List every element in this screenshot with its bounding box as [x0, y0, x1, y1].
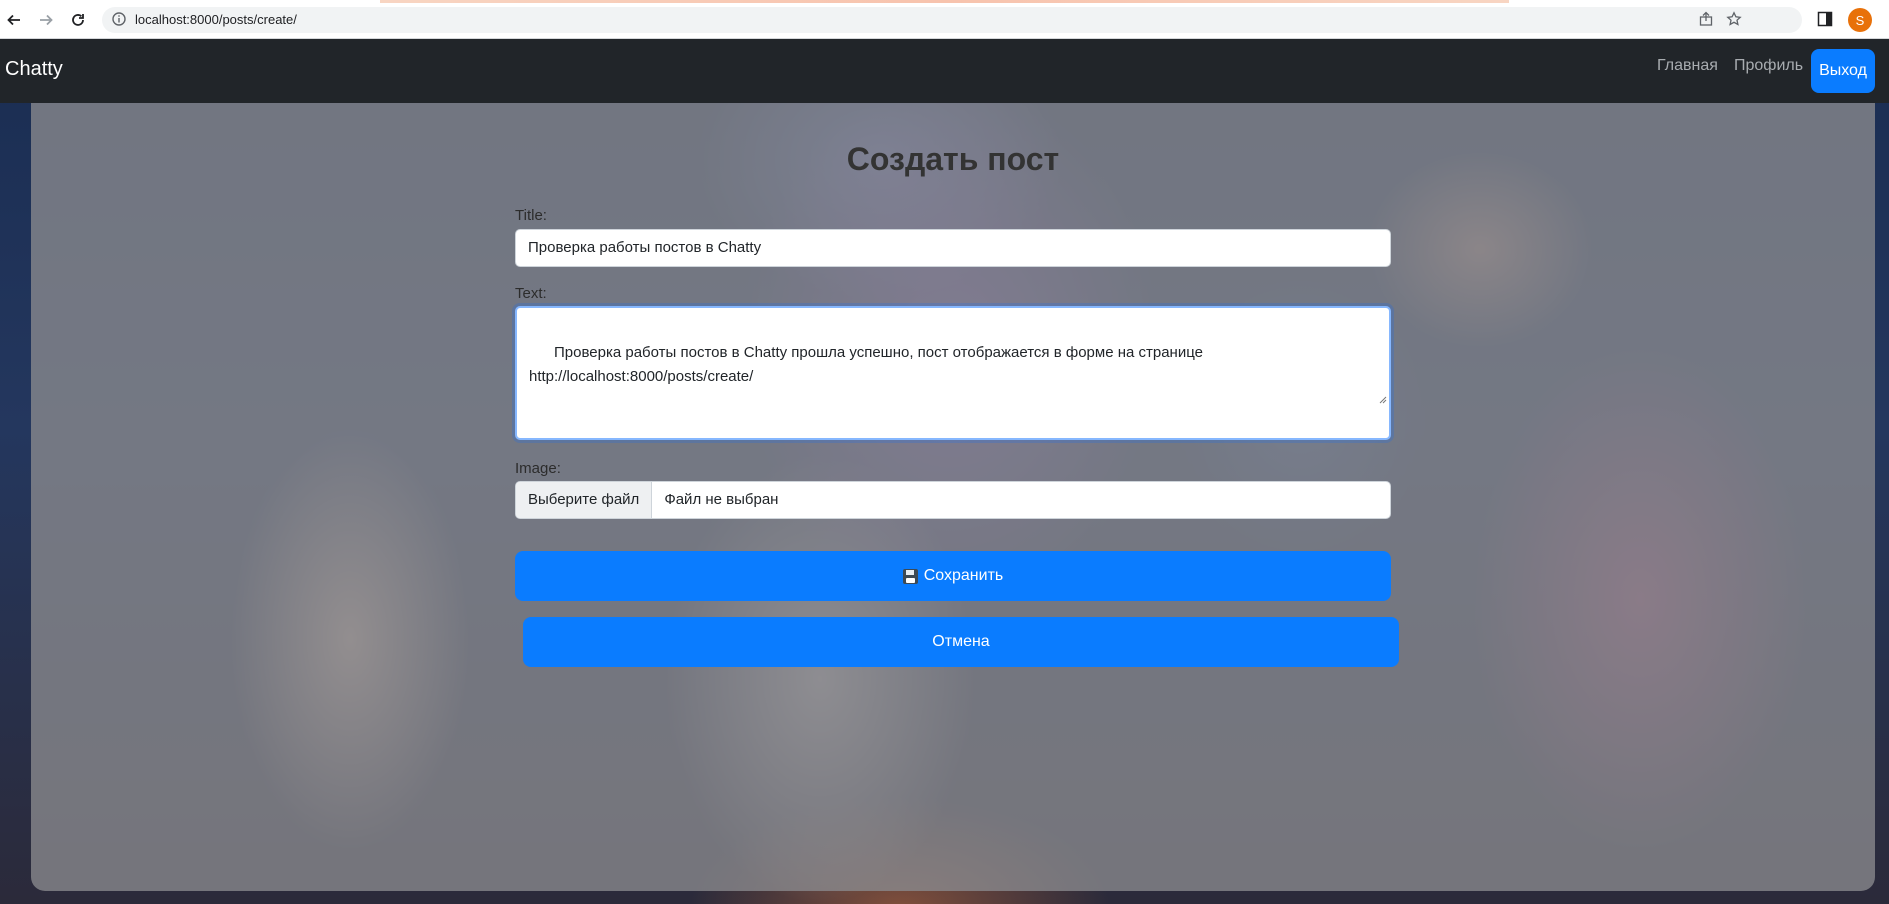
file-status: Файл не выбран [664, 491, 779, 508]
page-title: Создать пост [846, 141, 1060, 177]
title-label: Title: [515, 207, 547, 224]
text-label: Text: [515, 285, 547, 302]
cancel-button[interactable]: Отмена [523, 617, 1399, 667]
brand-logo[interactable]: Chatty [5, 58, 63, 81]
tab-strip-accent [380, 0, 1509, 3]
image-file-input[interactable]: Выберите файл Файл не выбран [515, 481, 1391, 519]
reload-icon[interactable] [66, 8, 90, 32]
share-icon[interactable] [1698, 11, 1714, 32]
floppy-disk-icon [902, 568, 918, 584]
nav-link-profile[interactable]: Профиль [1734, 57, 1803, 75]
bookmark-star-icon[interactable] [1726, 11, 1742, 32]
browser-toolbar: localhost:8000/posts/create/ S [0, 0, 1889, 39]
save-label: Сохранить [923, 567, 1004, 584]
create-post-card: Создать пост Title: Проверка работы пост… [31, 103, 1875, 891]
logout-button[interactable]: Выход [1811, 49, 1875, 93]
site-info-icon[interactable] [111, 11, 127, 32]
choose-file-button[interactable]: Выберите файл [516, 482, 653, 518]
address-bar[interactable]: localhost:8000/posts/create/ [102, 7, 1802, 33]
back-icon[interactable] [2, 8, 26, 32]
app-navbar: Chatty Главная Профиль Выход [0, 39, 1889, 103]
title-input[interactable]: Проверка работы постов в Chatty [515, 229, 1391, 267]
forward-icon[interactable] [34, 8, 58, 32]
profile-avatar[interactable]: S [1848, 8, 1872, 32]
image-label: Image: [515, 460, 561, 477]
save-button[interactable]: Сохранить [515, 551, 1391, 601]
address-url[interactable]: localhost:8000/posts/create/ [135, 12, 297, 27]
nav-link-home[interactable]: Главная [1657, 57, 1718, 75]
side-panel-icon[interactable] [1817, 11, 1833, 32]
text-textarea[interactable]: Проверка работы постов в Chatty прошла у… [515, 306, 1391, 440]
resize-grip-icon[interactable] [1346, 364, 1387, 436]
text-value: Проверка работы постов в Chatty прошла у… [529, 344, 1203, 385]
